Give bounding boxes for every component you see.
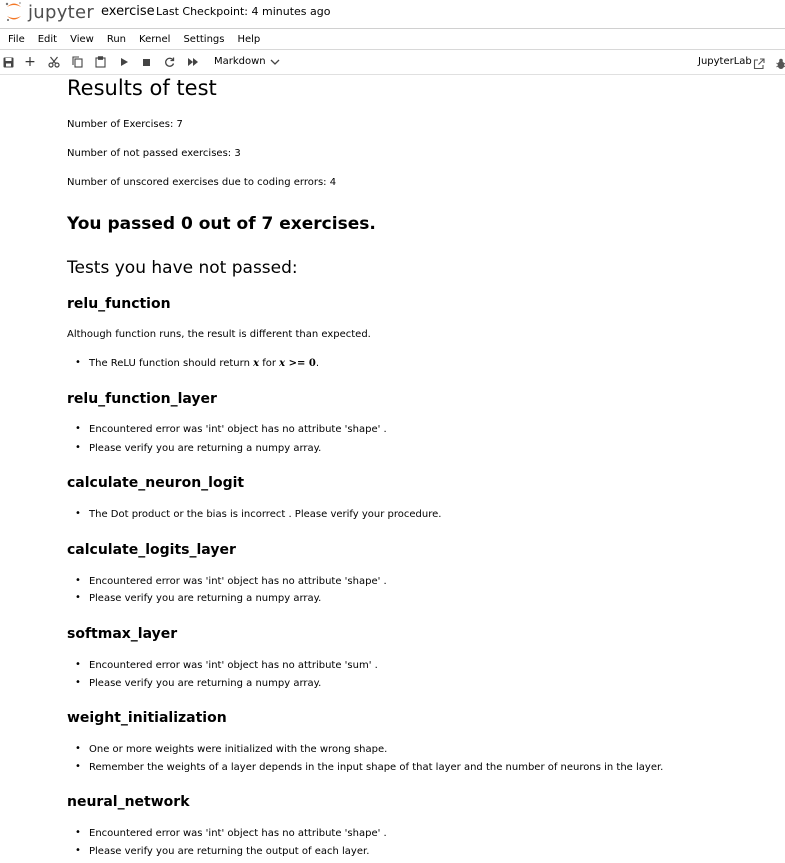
- add-icon[interactable]: +: [22, 54, 38, 70]
- bullet: •: [75, 743, 81, 754]
- cell-type-select[interactable]: Markdown: [214, 56, 266, 67]
- stat-not-passed: Number of not passed exercises: 3: [67, 148, 241, 159]
- bullet: •: [75, 508, 81, 519]
- divider: [0, 49, 785, 50]
- section-title-softmax-layer: softmax_layer: [67, 626, 178, 642]
- bullet: •: [75, 827, 81, 838]
- list-item: Remember the weights of a layer depends …: [89, 762, 664, 773]
- list-item: One or more weights were initialized wit…: [89, 744, 388, 755]
- list-item: The Dot product or the bias is incorrect…: [89, 509, 442, 520]
- bullet: •: [75, 659, 81, 670]
- bullet: •: [75, 357, 81, 368]
- list-item: The ReLU function should return x for x …: [89, 358, 320, 369]
- checkpoint-status: Last Checkpoint: 4 minutes ago: [156, 5, 331, 18]
- stat-exercises: Number of Exercises: 7: [67, 119, 183, 130]
- list-item: Encountered error was 'int' object has n…: [89, 828, 387, 839]
- section-title-neural-network: neural_network: [67, 794, 190, 810]
- run-icon[interactable]: [116, 54, 132, 70]
- copy-icon[interactable]: [69, 54, 85, 70]
- external-link-icon[interactable]: [753, 55, 765, 74]
- section-title-relu-function-layer: relu_function_layer: [67, 391, 217, 407]
- summary-heading: You passed 0 out of 7 exercises.: [67, 214, 376, 234]
- menu-file[interactable]: File: [0, 34, 25, 45]
- bullet: •: [75, 677, 81, 688]
- stat-unscored: Number of unscored exercises due to codi…: [67, 177, 337, 188]
- list-item: Please verify you are returning the outp…: [89, 846, 370, 857]
- cut-icon[interactable]: [46, 54, 62, 70]
- math-condition: >= 0: [285, 358, 316, 369]
- list-item: Please verify you are returning a numpy …: [89, 443, 322, 454]
- menu-kernel[interactable]: Kernel: [134, 34, 170, 45]
- divider: [0, 74, 785, 75]
- results-title: Results of test: [67, 76, 217, 100]
- paste-icon[interactable]: [92, 54, 108, 70]
- menu-settings[interactable]: Settings: [178, 34, 224, 45]
- section-title-relu-function: relu_function: [67, 296, 171, 312]
- menu-run[interactable]: Run: [102, 34, 126, 45]
- relu-function-note: Although function runs, the result is di…: [67, 329, 371, 340]
- menu-help[interactable]: Help: [232, 34, 260, 45]
- menu-view[interactable]: View: [65, 34, 94, 45]
- jupyter-logo-icon: [5, 2, 21, 21]
- chevron-down-icon[interactable]: [270, 56, 280, 69]
- list-item: Encountered error was 'int' object has n…: [89, 576, 387, 587]
- section-title-calculate-logits-layer: calculate_logits_layer: [67, 542, 236, 558]
- failed-tests-heading: Tests you have not passed:: [67, 258, 298, 278]
- bullet: •: [75, 423, 81, 434]
- list-item: Encountered error was 'int' object has n…: [89, 660, 378, 671]
- open-jupyterlab-link[interactable]: JupyterLab: [698, 56, 752, 67]
- menu-bar: File Edit View Run Kernel Settings Help: [0, 29, 785, 49]
- list-item: Please verify you are returning a numpy …: [89, 593, 322, 604]
- top-bar: jupyter exercise Last Checkpoint: 4 minu…: [0, 0, 785, 28]
- jupyter-logo[interactable]: jupyter: [4, 0, 94, 24]
- restart-icon[interactable]: [161, 54, 177, 70]
- notebook-name[interactable]: exercise: [101, 4, 155, 19]
- section-title-weight-initialization: weight_initialization: [67, 710, 227, 726]
- bullet: •: [75, 592, 81, 603]
- section-title-calculate-neuron-logit: calculate_neuron_logit: [67, 475, 245, 491]
- menu-edit[interactable]: Edit: [33, 34, 57, 45]
- bullet: •: [75, 575, 81, 586]
- bullet: •: [75, 845, 81, 856]
- stop-icon[interactable]: [138, 54, 154, 70]
- bug-icon[interactable]: [776, 55, 785, 74]
- fast-forward-icon[interactable]: [185, 54, 201, 70]
- bullet: •: [75, 442, 81, 453]
- save-icon[interactable]: [0, 54, 16, 70]
- list-item: Encountered error was 'int' object has n…: [89, 424, 387, 435]
- logo-text: jupyter: [28, 1, 95, 23]
- bullet: •: [75, 761, 81, 772]
- list-item: Please verify you are returning a numpy …: [89, 678, 322, 689]
